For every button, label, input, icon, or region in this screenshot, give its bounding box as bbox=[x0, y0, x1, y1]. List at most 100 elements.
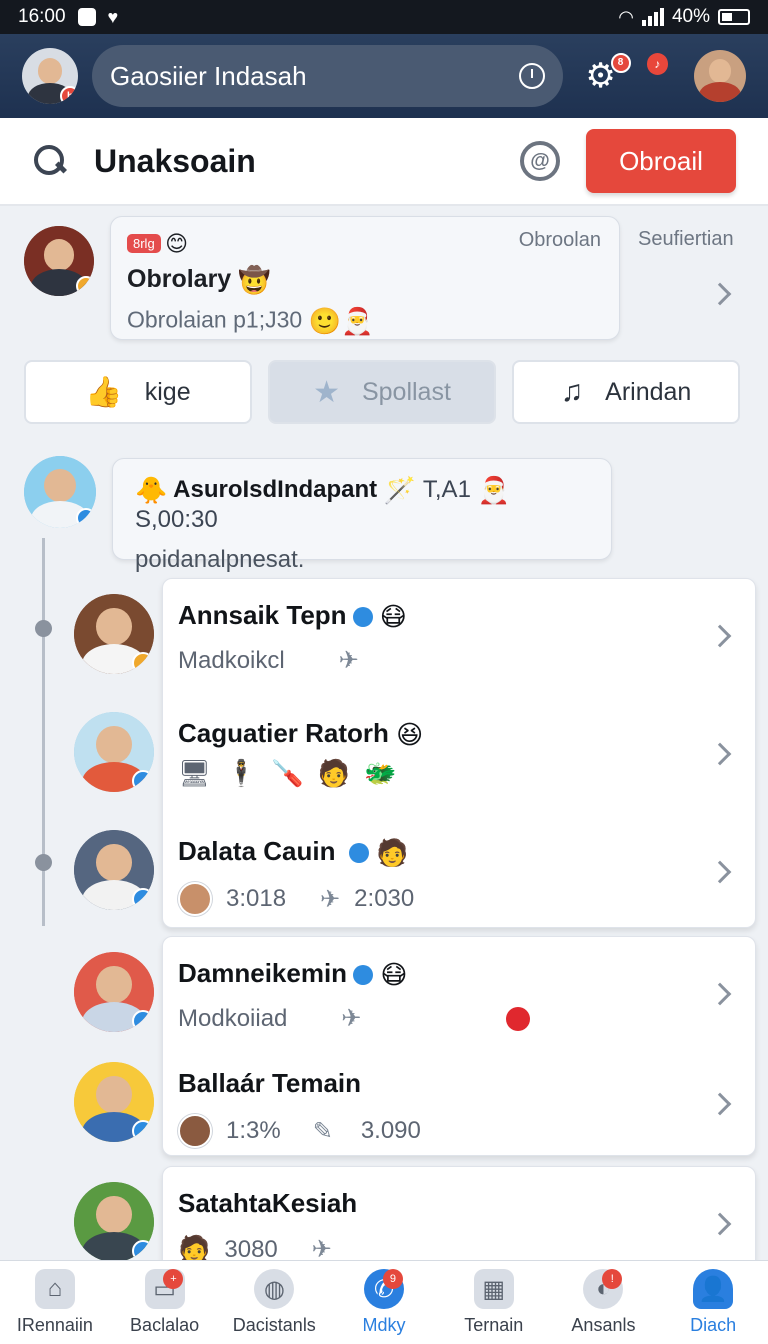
dino-icon: 🐲 bbox=[364, 758, 397, 788]
thread-bubble[interactable]: 🐥 AsuroIsdIndapant 🪄 T,A1 🎅 S,00:30 poida… bbox=[112, 458, 612, 573]
contact-detail-2: 2:030 bbox=[354, 885, 415, 912]
search-text: Gaosiier Indasah bbox=[110, 60, 307, 91]
notification-icon[interactable]: ♪ bbox=[646, 53, 668, 75]
chip-label: kige bbox=[144, 377, 191, 406]
thread-time: T,A1 bbox=[422, 475, 471, 503]
signal-icon bbox=[641, 8, 664, 26]
primary-action-button[interactable]: Obroail bbox=[586, 129, 736, 193]
contact-name: Ballaár Temain bbox=[178, 1068, 362, 1098]
nav-item-discover[interactable]: ◍ Dacistanls bbox=[219, 1261, 329, 1344]
list-item[interactable]: Ballaár Temain 1:3% ✎ 3.090 bbox=[0, 1048, 768, 1166]
contact-detail: Madkoikcl bbox=[178, 646, 285, 674]
tool-icon: 🪛 bbox=[271, 758, 304, 788]
verified-icon bbox=[132, 1010, 154, 1032]
nav-item-calls[interactable]: ✆ 9 Mdky bbox=[329, 1261, 439, 1344]
list-item[interactable]: Dalata Cauin 🧑 3:018 ✈ 2:030 bbox=[0, 816, 768, 934]
nav-item-answers[interactable]: ◐ ! Ansanls bbox=[549, 1261, 659, 1344]
search-icon[interactable] bbox=[32, 143, 68, 179]
emoji-icon: 🎅 bbox=[340, 306, 374, 336]
contact-avatar[interactable] bbox=[74, 952, 154, 1032]
chevron-right-icon[interactable] bbox=[708, 282, 732, 306]
chip-kige[interactable]: 👍 kige bbox=[24, 360, 252, 424]
plane-icon: ✈ bbox=[341, 1005, 362, 1032]
nav-item-terrain[interactable]: ▦ Ternain bbox=[439, 1261, 549, 1344]
nav-label: Dacistanls bbox=[232, 1315, 316, 1335]
clock-icon[interactable] bbox=[519, 63, 546, 89]
thread-author-avatar[interactable] bbox=[24, 456, 96, 528]
status-time: 16:00 bbox=[18, 6, 66, 27]
post-side-label: Seufiertian bbox=[638, 228, 734, 250]
nav-label: IRennaiin bbox=[16, 1315, 93, 1335]
post-tag: 8rlg bbox=[127, 234, 161, 254]
music-icon: ♫ bbox=[560, 375, 584, 408]
top-post[interactable]: 8rlg 😊 Obroolan Obrolary 🤠 Obrolaian p1;… bbox=[0, 206, 768, 346]
contact-name: Caguatier Ratorh bbox=[178, 718, 389, 748]
verified-icon bbox=[132, 1120, 154, 1142]
chevron-right-icon[interactable] bbox=[708, 1212, 732, 1236]
contact-name: Damneikemin bbox=[178, 958, 348, 988]
nav-item-profile[interactable]: 👤 Diach bbox=[658, 1261, 768, 1344]
chip-spollast[interactable]: ★ Spollast bbox=[268, 360, 496, 424]
nav-label: Mdky bbox=[362, 1315, 406, 1335]
verified-icon bbox=[132, 770, 154, 792]
thread-post[interactable]: 🐥 AsuroIsdIndapant 🪄 T,A1 🎅 S,00:30 poida… bbox=[0, 450, 768, 573]
chip-arindan[interactable]: ♫ Arindan bbox=[512, 360, 740, 424]
person-icon: 🧑 bbox=[317, 758, 351, 788]
emoji-icon: 🤠 bbox=[238, 265, 271, 295]
list-item[interactable]: Damneikemin 😷 Modkoiiad ✈ bbox=[0, 938, 768, 1056]
thread-text: poidanalpnesat. bbox=[135, 546, 305, 573]
tool-icon: ✎ bbox=[312, 1117, 333, 1145]
thread-time-2: S,00:30 bbox=[135, 506, 218, 533]
search-input[interactable]: Gaosiier Indasah bbox=[92, 45, 564, 107]
post-author-avatar[interactable] bbox=[24, 226, 94, 296]
bottom-navigation: ⌂ IRennaiin ▭ + Baclalao ◍ Dacistanls ✆ … bbox=[0, 1260, 768, 1344]
contact-avatar[interactable] bbox=[74, 1062, 154, 1142]
contact-detail: 3080 bbox=[224, 1235, 278, 1261]
person-icon: 👤 bbox=[693, 1269, 734, 1309]
emoji-icon: 😊 bbox=[165, 231, 189, 256]
chevron-right-icon[interactable] bbox=[708, 860, 732, 884]
contact-avatar[interactable] bbox=[74, 1182, 154, 1260]
contact-avatar[interactable] bbox=[74, 712, 154, 792]
status-badge-icon bbox=[132, 652, 154, 674]
chevron-right-icon[interactable] bbox=[708, 982, 732, 1006]
title-bar: Unaksoain @ Obroail bbox=[0, 118, 768, 206]
filter-chips: 👍 kige ★ Spollast ♫ Arindan bbox=[24, 360, 740, 424]
nav-badge: 9 bbox=[382, 1269, 403, 1289]
contact-avatar[interactable] bbox=[74, 594, 154, 674]
chevron-right-icon[interactable] bbox=[708, 624, 732, 648]
thread-name: AsuroIsdIndapant bbox=[173, 475, 378, 503]
post-name: Obrolary bbox=[127, 265, 232, 294]
plane-icon: ✈ bbox=[320, 885, 341, 913]
list-item[interactable]: Annsaik Tepn 😷 Madkoikcl ✈ bbox=[0, 580, 768, 698]
list-item[interactable]: Caguatier Ratorh 😆 🖥 🕴 🪛 🧑 🐲 bbox=[0, 698, 768, 816]
gear-icon[interactable]: ⚙ 8 bbox=[585, 53, 631, 93]
chevron-right-icon[interactable] bbox=[708, 742, 732, 766]
verified-icon bbox=[132, 1240, 154, 1260]
chip-label: Arindan bbox=[605, 377, 692, 406]
contact-name: Annsaik Tepn bbox=[178, 600, 347, 630]
person-icon: 🧑 bbox=[178, 1234, 211, 1260]
verified-icon bbox=[76, 508, 96, 528]
contact-avatar[interactable] bbox=[74, 830, 154, 910]
plane-icon: ✈ bbox=[338, 647, 359, 674]
profile-avatar[interactable]: b bbox=[22, 48, 78, 104]
verified-icon bbox=[352, 607, 373, 628]
contact-detail: 3:018 bbox=[226, 885, 287, 912]
user-avatar[interactable] bbox=[694, 50, 746, 102]
post-bubble[interactable]: 8rlg 😊 Obroolan Obrolary 🤠 Obrolaian p1;… bbox=[110, 216, 620, 340]
contact-name: SatahtaKesiah bbox=[178, 1188, 358, 1218]
nav-item-inbox[interactable]: ▭ + Baclalao bbox=[110, 1261, 220, 1344]
settings-badge: 8 bbox=[610, 53, 631, 73]
battery-icon bbox=[718, 9, 750, 25]
nav-label: Baclalao bbox=[130, 1315, 200, 1335]
page-title: Unaksoain bbox=[94, 142, 256, 179]
mention-icon[interactable]: @ bbox=[520, 141, 560, 181]
nav-item-home[interactable]: ⌂ IRennaiin bbox=[0, 1261, 110, 1344]
nav-label: Ansanls bbox=[571, 1315, 636, 1335]
list-item[interactable]: SatahtaKesiah 🧑 3080 ✈ bbox=[0, 1168, 768, 1260]
home-icon: ⌂ bbox=[34, 1269, 75, 1309]
basketball-icon: ◍ bbox=[254, 1269, 295, 1309]
emoji-icon: 🎅 bbox=[477, 475, 510, 505]
chevron-right-icon[interactable] bbox=[708, 1092, 732, 1116]
